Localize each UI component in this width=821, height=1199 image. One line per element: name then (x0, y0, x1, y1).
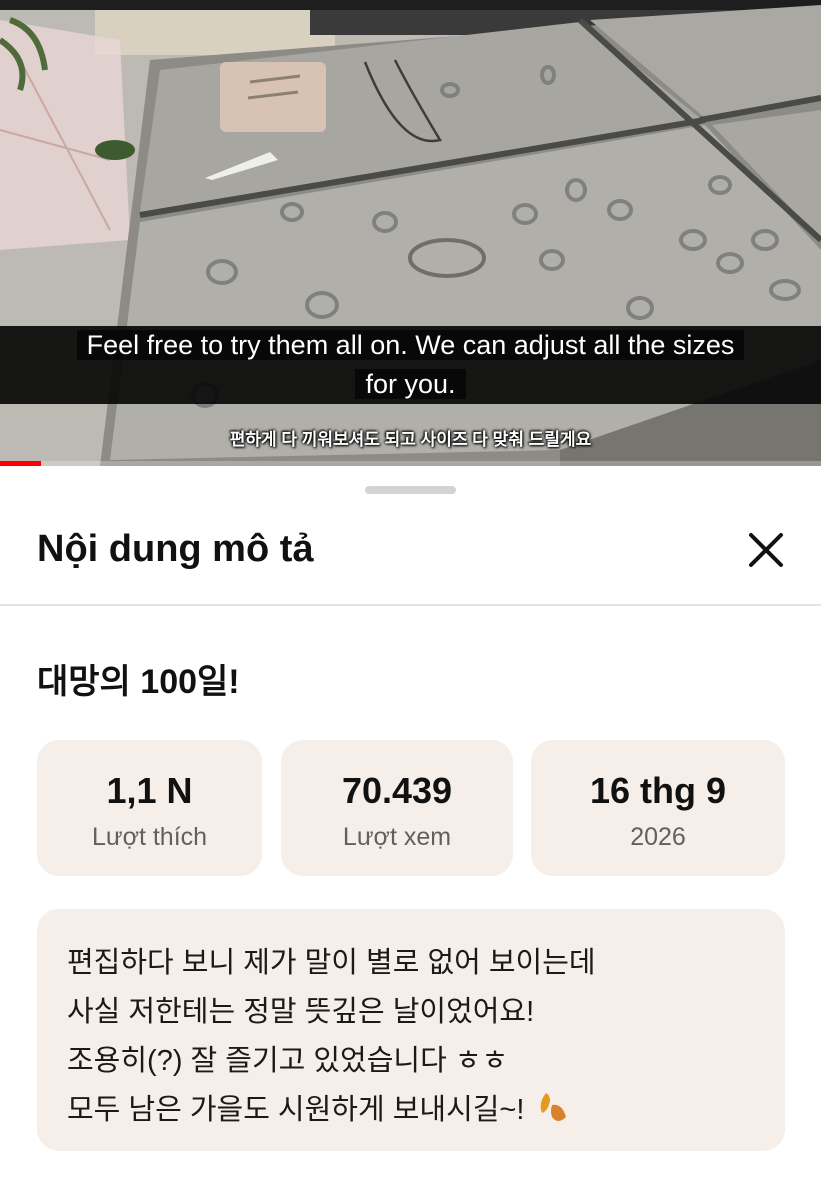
sheet-title: Nội dung mô tả (37, 528, 314, 570)
views-label: Lượt xem (342, 823, 452, 851)
fallen-leaf-icon (541, 1093, 567, 1121)
close-icon (749, 533, 783, 567)
caption-line: for you. (355, 369, 466, 399)
video-player[interactable]: Feel free to try them all on. We can adj… (0, 0, 821, 466)
views-count: 70.439 (341, 770, 453, 811)
date-stat: 16 thg 9 2026 (531, 740, 785, 876)
description-line-last: 모두 남은 가을도 시원하게 보내시길~! (67, 1086, 568, 1128)
burned-in-subtitle: 편하게 다 끼워보셔도 되고 사이즈 다 맞춰 드릴게요 (229, 430, 592, 449)
publish-date: 16 thg 9 (589, 770, 727, 811)
likes-stat: 1,1 N Lượt thích (37, 740, 262, 876)
publish-year: 2026 (630, 823, 686, 851)
views-stat: 70.439 Lượt xem (281, 740, 513, 876)
caption-line: Feel free to try them all on. We can adj… (76, 330, 745, 360)
description-line: 조용히(?) 잘 즐기고 있었습니다 ㅎㅎ (67, 1045, 509, 1077)
description-line: 사실 저한테는 정말 뜻깊은 날이었어요! (67, 996, 535, 1028)
likes-count: 1,1 N (106, 770, 193, 811)
likes-label: Lượt thích (91, 823, 208, 851)
close-button[interactable] (742, 526, 790, 574)
closed-caption: Feel free to try them all on. We can adj… (0, 326, 821, 404)
description-box[interactable]: 편집하다 보니 제가 말이 별로 없어 보이는데 사실 저한테는 정말 뜻깊은 … (37, 909, 785, 1151)
divider (0, 604, 821, 606)
drag-handle[interactable] (365, 486, 456, 494)
video-title: 대망의 100일! (37, 663, 240, 701)
description-line-text: 모두 남은 가을도 시원하게 보내시길~! (67, 1094, 525, 1126)
description-sheet: Nội dung mô tả 대망의 100일! 1,1 N Lượt thíc… (0, 466, 821, 1199)
description-line: 편집하다 보니 제가 말이 별로 없어 보이는데 (67, 947, 596, 979)
